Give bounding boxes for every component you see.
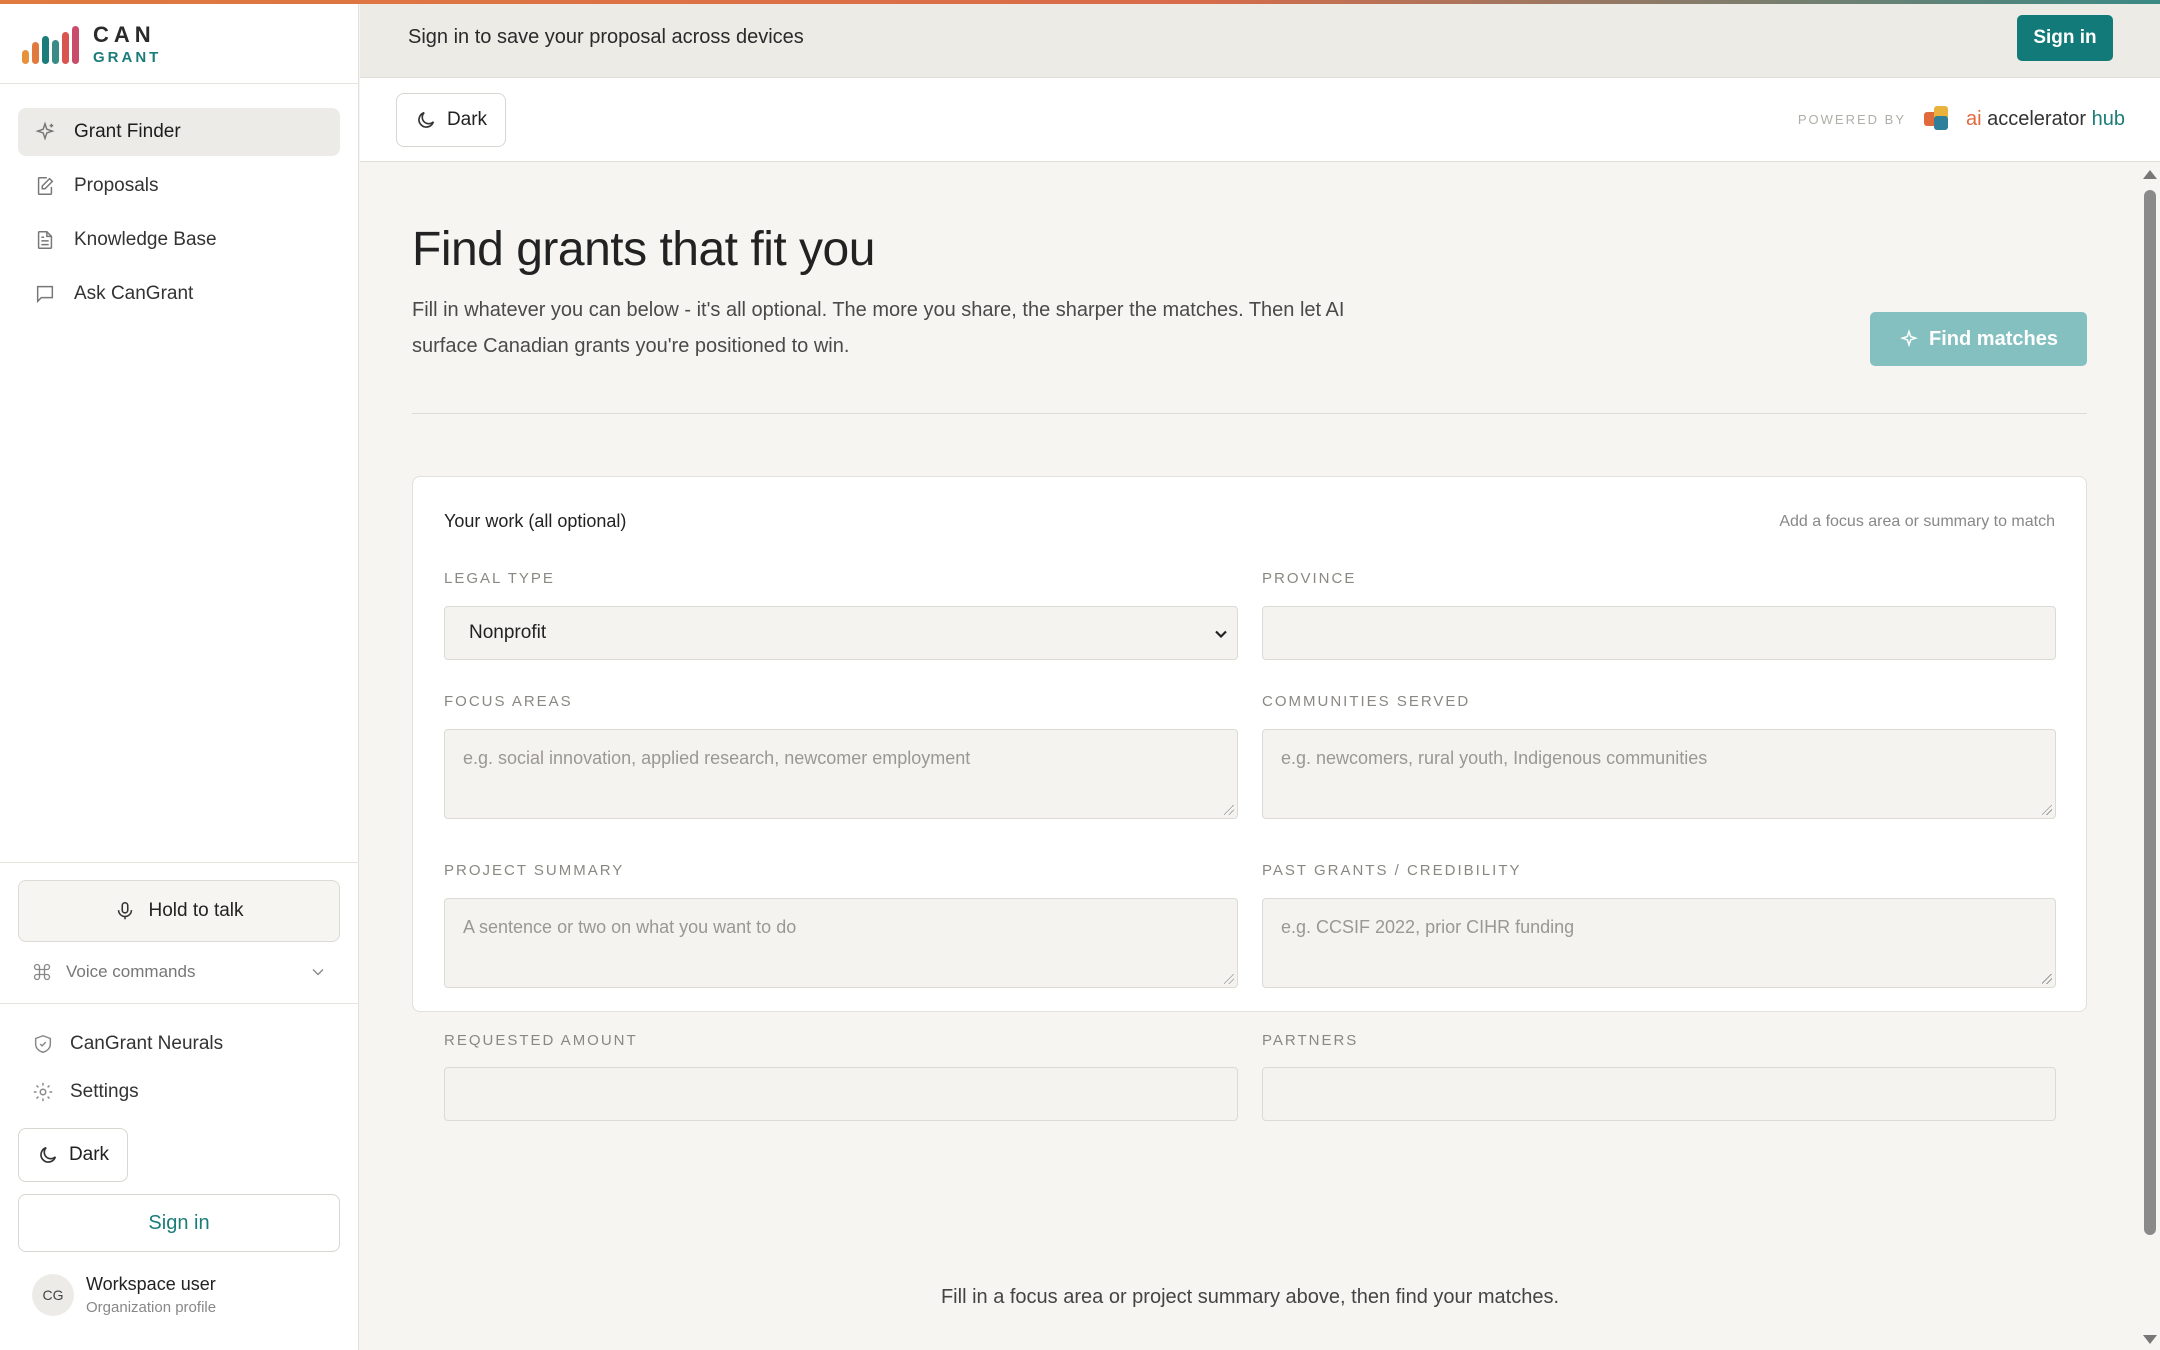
main-scrollbar[interactable] bbox=[2140, 162, 2160, 1350]
microphone-icon bbox=[118, 901, 133, 920]
province-input[interactable] bbox=[1262, 606, 2056, 660]
powered-by-label: POWERED BY bbox=[1797, 111, 1906, 127]
requested-amount-input[interactable] bbox=[444, 1067, 1238, 1121]
hub-cube-icon bbox=[1923, 106, 1952, 132]
chevron-down-icon bbox=[1215, 630, 1227, 639]
communities-served-label: COMMUNITIES SERVED bbox=[1262, 693, 1471, 710]
empty-state-message: Fill in a focus area or project summary … bbox=[940, 1286, 1560, 1308]
main-content: Find grants that fit you Fill in whateve… bbox=[360, 162, 2140, 1350]
avatar: CG bbox=[32, 1274, 74, 1316]
chevron-down-icon bbox=[312, 969, 324, 976]
sparkle-icon bbox=[1899, 329, 1919, 348]
requested-amount-label: REQUESTED AMOUNT bbox=[444, 1032, 638, 1049]
page-title: Find grants that fit you bbox=[412, 223, 875, 276]
focus-areas-label: FOCUS AREAS bbox=[444, 693, 573, 710]
sidebar-item-settings[interactable]: Settings bbox=[18, 1072, 340, 1112]
page-description: Fill in whatever you can below - it's al… bbox=[412, 299, 1345, 357]
find-matches-label: Find matches bbox=[1929, 327, 2058, 350]
user-subtitle: Organization profile bbox=[86, 1299, 217, 1316]
sidebar-item-grant-finder[interactable]: Grant Finder bbox=[18, 108, 340, 156]
gear-icon bbox=[33, 1082, 53, 1102]
sidebar-divider bbox=[0, 83, 359, 84]
communities-served-textarea[interactable]: e.g. newcomers, rural youth, Indigenous … bbox=[1262, 729, 2056, 819]
sidebar-divider bbox=[0, 862, 359, 863]
form-hint: Add a focus area or summary to match bbox=[1779, 513, 2055, 530]
project-summary-label: PROJECT SUMMARY bbox=[444, 862, 625, 879]
voice-commands-toggle[interactable]: Voice commands bbox=[18, 956, 340, 988]
work-form-card: Your work (all optional) Add a focus are… bbox=[412, 476, 2087, 1121]
scroll-down-arrow-icon[interactable] bbox=[2143, 1335, 2157, 1344]
sidebar-item-label: CanGrant Neurals bbox=[70, 1033, 224, 1054]
sidebar-item-label: Proposals bbox=[74, 175, 159, 196]
province-label: PROVINCE bbox=[1262, 570, 1357, 587]
banner-text: Sign in to save your proposal across dev… bbox=[408, 26, 804, 48]
past-grants-label: PAST GRANTS / CREDIBILITY bbox=[1262, 862, 1522, 879]
focus-areas-textarea[interactable]: e.g. social innovation, applied research… bbox=[444, 729, 1238, 819]
dark-mode-button[interactable]: Dark bbox=[396, 93, 506, 147]
partners-input[interactable] bbox=[1262, 1067, 2056, 1121]
sidebar-item-cangrant-neurals[interactable]: CanGrant Neurals bbox=[18, 1024, 340, 1064]
hold-to-talk-button[interactable]: Hold to talk bbox=[18, 880, 340, 942]
sidebar-lower-nav: CanGrant Neurals Settings bbox=[18, 1024, 340, 1120]
moon-icon bbox=[418, 111, 435, 128]
sidebar-nav: Grant Finder Proposals Knowledge Base As… bbox=[18, 108, 340, 324]
sidebar-item-knowledge-base[interactable]: Knowledge Base bbox=[18, 216, 340, 264]
dark-mode-label: Dark bbox=[68, 1144, 110, 1165]
scrollbar-thumb[interactable] bbox=[2144, 190, 2156, 1235]
sidebar-item-label: Grant Finder bbox=[74, 121, 181, 142]
logo[interactable]: CAN GRANT bbox=[22, 22, 161, 66]
voice-commands-label: Voice commands bbox=[66, 962, 196, 981]
logo-name-top: CAN bbox=[93, 21, 156, 47]
sidebar-dark-mode-button[interactable]: Dark bbox=[18, 1128, 128, 1182]
command-icon bbox=[33, 963, 51, 981]
sign-in-banner: Sign in to save your proposal across dev… bbox=[360, 4, 2160, 78]
logo-name-bottom: GRANT bbox=[93, 48, 162, 66]
user-name: Workspace user bbox=[86, 1274, 216, 1294]
user-profile[interactable]: CG Workspace user Organization profile bbox=[32, 1274, 216, 1316]
sidebar-item-label: Settings bbox=[70, 1081, 139, 1102]
sidebar-item-label: Knowledge Base bbox=[74, 229, 217, 250]
banner-sign-in-button[interactable]: Sign in bbox=[2017, 15, 2113, 61]
partner-name: ai accelerator hub bbox=[1965, 107, 2125, 130]
top-accent-stripe bbox=[0, 0, 2160, 4]
sidebar: CAN GRANT Grant Finder Proposals Knowled… bbox=[0, 4, 359, 1350]
sidebar-item-label: Ask CanGrant bbox=[74, 283, 194, 304]
sidebar-item-proposals[interactable]: Proposals bbox=[18, 162, 340, 210]
powered-by[interactable]: POWERED BY ai accelerator hub bbox=[1798, 106, 2125, 132]
moon-icon bbox=[40, 1146, 57, 1163]
top-toolbar: Dark POWERED BY ai accelerator hub bbox=[360, 78, 2160, 162]
section-divider bbox=[412, 413, 2087, 414]
find-matches-button[interactable]: Find matches bbox=[1870, 312, 2087, 366]
chat-icon bbox=[32, 281, 58, 307]
scroll-up-arrow-icon[interactable] bbox=[2143, 170, 2157, 179]
sidebar-item-ask-cangrant[interactable]: Ask CanGrant bbox=[18, 270, 340, 318]
sparkle-icon bbox=[32, 119, 58, 145]
document-icon bbox=[32, 227, 58, 253]
legal-type-value: Nonprofit bbox=[469, 622, 547, 643]
project-summary-placeholder: A sentence or two on what you want to do bbox=[463, 917, 797, 937]
sidebar-divider bbox=[0, 1003, 359, 1004]
hold-to-talk-label: Hold to talk bbox=[148, 900, 244, 921]
communities-placeholder: e.g. newcomers, rural youth, Indigenous … bbox=[1281, 748, 1708, 768]
legal-type-select[interactable]: Nonprofit bbox=[444, 606, 1238, 660]
focus-areas-placeholder: e.g. social innovation, applied research… bbox=[463, 748, 971, 768]
shield-check-icon bbox=[34, 1034, 52, 1054]
project-summary-textarea[interactable]: A sentence or two on what you want to do bbox=[444, 898, 1238, 988]
past-grants-textarea[interactable]: e.g. CCSIF 2022, prior CIHR funding bbox=[1262, 898, 2056, 988]
past-grants-placeholder: e.g. CCSIF 2022, prior CIHR funding bbox=[1281, 917, 1575, 937]
edit-document-icon bbox=[32, 173, 58, 199]
form-title: Your work (all optional) bbox=[444, 511, 627, 531]
partners-label: PARTNERS bbox=[1262, 1032, 1359, 1049]
legal-type-label: LEGAL TYPE bbox=[444, 570, 555, 587]
logo-bars-icon bbox=[22, 24, 79, 64]
sidebar-sign-in-button[interactable]: Sign in bbox=[18, 1194, 340, 1252]
dark-mode-label: Dark bbox=[446, 109, 488, 130]
